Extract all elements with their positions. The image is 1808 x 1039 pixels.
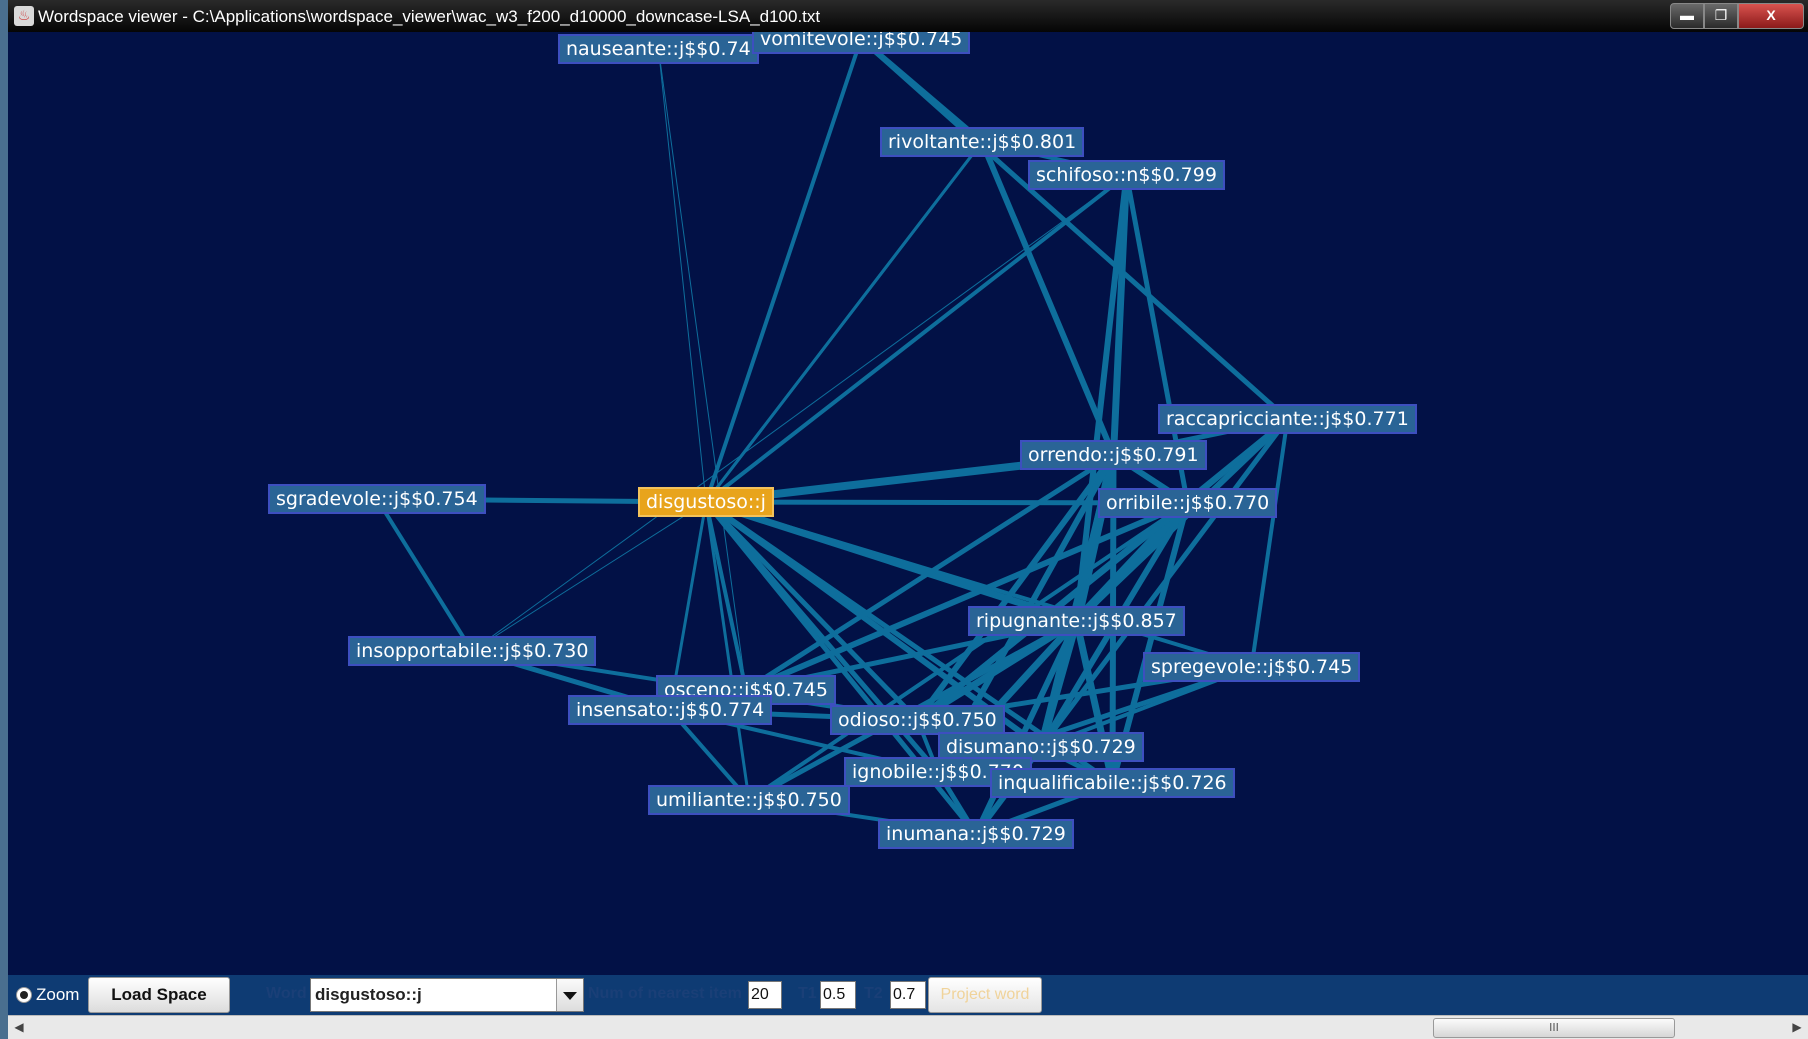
project-word-button[interactable]: Project word bbox=[928, 977, 1042, 1013]
node-insensato[interactable]: insensato::j$$0.774 bbox=[568, 695, 773, 725]
node-sgradevole[interactable]: sgradevole::j$$0.754 bbox=[268, 484, 486, 514]
horizontal-scrollbar[interactable]: ◀ III ▶ bbox=[8, 1015, 1808, 1039]
word-combobox[interactable]: disgustoso::j bbox=[310, 978, 584, 1012]
scroll-right-icon[interactable]: ▶ bbox=[1786, 1016, 1808, 1038]
t2-input[interactable]: 0.7 bbox=[890, 981, 926, 1009]
zoom-radio[interactable]: Zoom bbox=[16, 985, 79, 1005]
title-bar: ♨ Wordspace viewer - C:\Applications\wor… bbox=[8, 0, 1808, 32]
edge-orribile-osceno bbox=[743, 500, 1191, 693]
t1-input[interactable]: 0.5 bbox=[820, 981, 856, 1009]
t2-label: T2 bbox=[864, 985, 883, 1002]
java-app-icon: ♨ bbox=[14, 6, 34, 26]
edge-schifoso-insopportabile bbox=[471, 174, 1127, 652]
node-insopportabile[interactable]: insopportabile::j$$0.730 bbox=[348, 636, 597, 666]
scroll-left-icon[interactable]: ◀ bbox=[8, 1016, 30, 1038]
edge-disgustoso-vomitevole bbox=[704, 37, 863, 504]
node-nauseante[interactable]: nauseante::j$$0.74 bbox=[558, 34, 759, 64]
node-inumana[interactable]: inumana::j$$0.729 bbox=[878, 819, 1074, 849]
node-umiliante[interactable]: umiliante::j$$0.750 bbox=[648, 785, 850, 815]
nearest-count-input[interactable]: 20 bbox=[748, 981, 782, 1009]
close-button[interactable]: X bbox=[1738, 3, 1804, 29]
node-schifoso[interactable]: schifoso::n$$0.799 bbox=[1028, 160, 1225, 190]
nearest-label: Num of nearest item bbox=[588, 985, 742, 1002]
edge-sgradevole-insopportabile bbox=[375, 497, 474, 653]
restore-button[interactable]: ❐ bbox=[1704, 3, 1738, 29]
node-orribile[interactable]: orribile::j$$0.770 bbox=[1098, 488, 1278, 518]
zoom-label: Zoom bbox=[36, 985, 80, 1004]
load-space-button[interactable]: Load Space bbox=[88, 977, 230, 1013]
radio-icon bbox=[16, 987, 32, 1003]
edge-disgustoso-nauseante bbox=[658, 48, 707, 503]
word-label: Word bbox=[266, 985, 307, 1002]
node-ripugnante[interactable]: ripugnante::j$$0.857 bbox=[968, 606, 1185, 636]
word-value: disgustoso::j bbox=[315, 985, 422, 1004]
node-rivoltante[interactable]: rivoltante::j$$0.801 bbox=[880, 127, 1085, 157]
minimize-button[interactable]: ▬ bbox=[1670, 3, 1704, 29]
node-inqualificabile[interactable]: inqualificabile::j$$0.726 bbox=[990, 768, 1235, 798]
node-odioso[interactable]: odioso::j$$0.750 bbox=[830, 705, 1005, 735]
edge-nauseante-osceno bbox=[658, 48, 747, 691]
node-disgustoso[interactable]: disgustoso::j bbox=[638, 487, 774, 517]
node-orrendo[interactable]: orrendo::j$$0.791 bbox=[1020, 440, 1207, 470]
edge-disgustoso-insopportabile bbox=[471, 501, 707, 652]
t1-label: T1 bbox=[798, 985, 817, 1002]
window-controls: ▬ ❐ X bbox=[1670, 3, 1804, 29]
node-vomitevole[interactable]: vomitevole::j$$0.745 bbox=[752, 32, 971, 54]
control-bar: Zoom Load Space Word disgustoso::j Num o… bbox=[8, 975, 1808, 1015]
chevron-down-icon[interactable] bbox=[556, 979, 583, 1011]
node-spregevole[interactable]: spregevole::j$$0.745 bbox=[1143, 652, 1361, 682]
window-title: Wordspace viewer - C:\Applications\words… bbox=[38, 7, 821, 26]
node-raccapricciante[interactable]: raccapricciante::j$$0.771 bbox=[1158, 404, 1417, 434]
graph-canvas[interactable]: nauseante::j$$0.74 vomitevole::j$$0.745ri… bbox=[8, 32, 1808, 975]
scroll-thumb[interactable]: III bbox=[1433, 1018, 1675, 1038]
app-window: ♨ Wordspace viewer - C:\Applications\wor… bbox=[8, 0, 1808, 1039]
